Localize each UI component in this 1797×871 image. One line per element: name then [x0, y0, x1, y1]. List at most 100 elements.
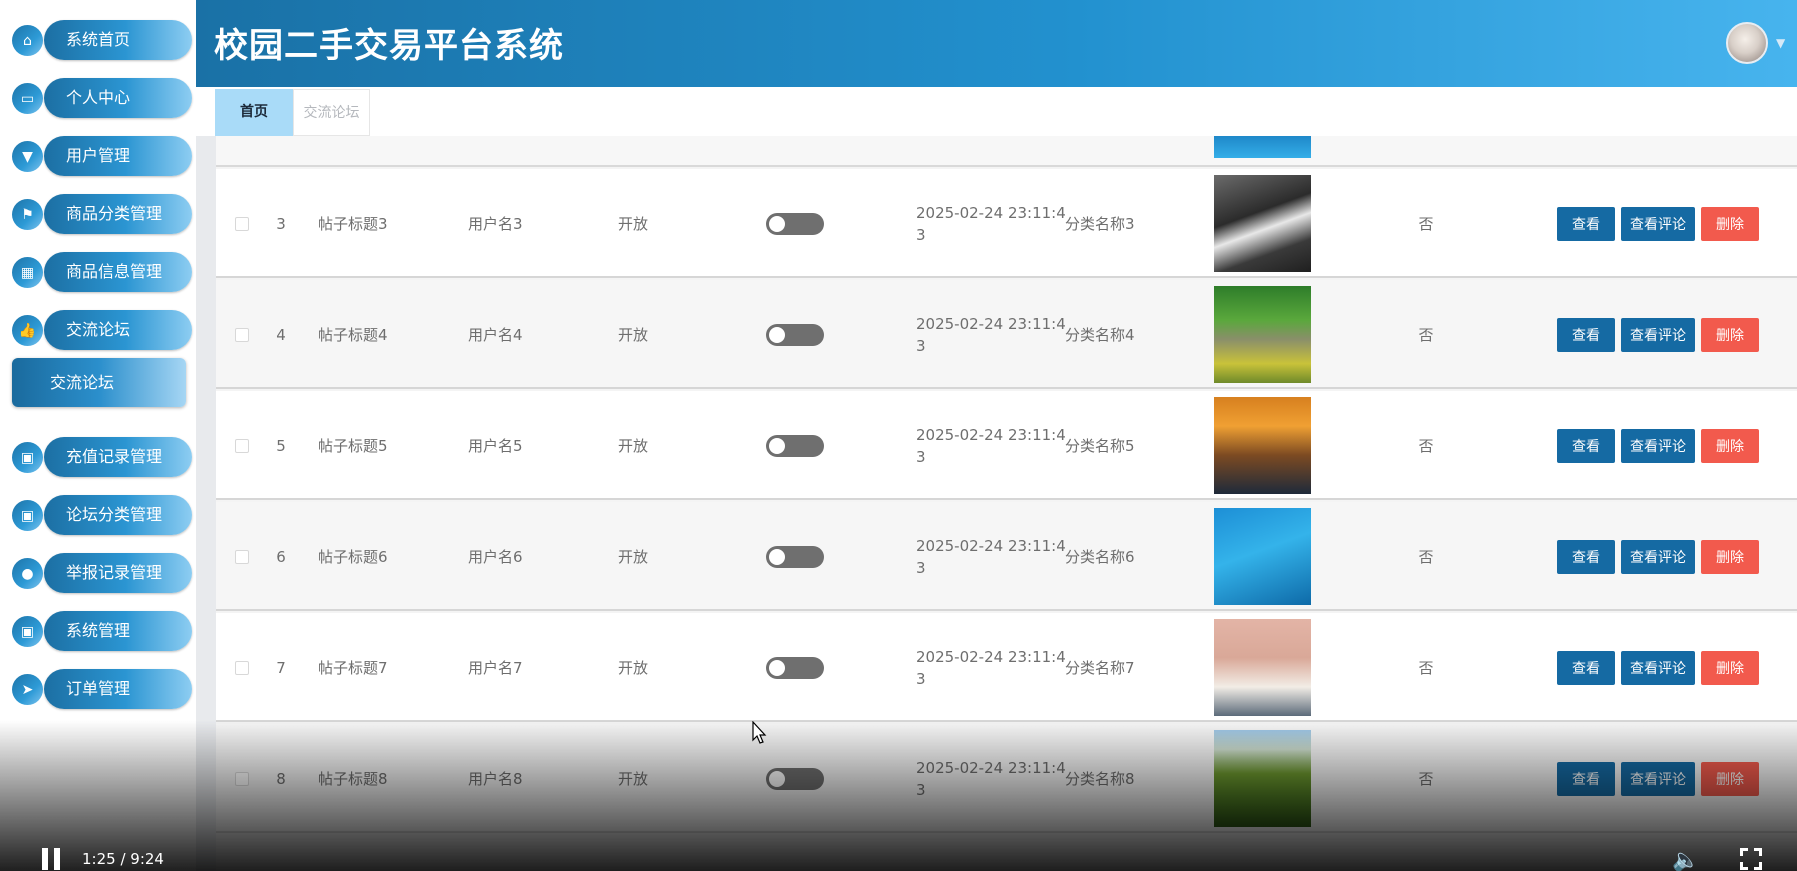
post-flag: 否	[1418, 770, 1434, 788]
view-comments-button[interactable]: 查看评论	[1621, 317, 1695, 352]
row-actions: 查看 查看评论 删除	[1557, 391, 1797, 500]
thumbnail-cell	[1214, 724, 1312, 833]
view-button[interactable]: 查看	[1557, 317, 1615, 352]
view-button[interactable]: 查看	[1557, 206, 1615, 241]
delete-button[interactable]: 删除	[1701, 428, 1759, 463]
swimmer-photo[interactable]	[1214, 508, 1311, 605]
delete-button[interactable]: 删除	[1701, 650, 1759, 685]
row-checkbox[interactable]	[235, 216, 249, 231]
row-checkbox[interactable]	[235, 438, 249, 453]
post-status: 开放	[618, 326, 649, 344]
post-username: 用户名5	[468, 437, 523, 455]
sidebar-item-label[interactable]: 举报记录管理	[44, 553, 192, 593]
partial-row	[216, 136, 1797, 167]
books-photo[interactable]	[1214, 619, 1311, 716]
view-button[interactable]: 查看	[1557, 761, 1615, 796]
pin-toggle[interactable]	[766, 545, 824, 568]
delete-button[interactable]: 删除	[1701, 761, 1759, 796]
sidebar-item[interactable]: ● 举报记录管理	[12, 553, 192, 593]
post-flag: 否	[1418, 548, 1434, 566]
post-flag: 否	[1418, 659, 1434, 677]
post-time: 2025-02-24 23:11:43	[916, 647, 1066, 688]
sidebar-item-label[interactable]: 论坛分类管理	[44, 495, 192, 535]
mouse-cursor-icon	[752, 721, 767, 744]
tab-forum[interactable]: 交流论坛	[293, 89, 370, 136]
sidebar-item-label[interactable]: 交流论坛	[44, 310, 192, 350]
pin-toggle[interactable]	[766, 323, 824, 346]
sidebar-item-icon: 👍	[12, 315, 43, 346]
row-index: 6	[276, 547, 286, 566]
toggle-knob	[769, 326, 785, 343]
sidebar-item[interactable]: ▼ 用户管理	[12, 136, 192, 176]
fitness-photo[interactable]	[1214, 175, 1311, 272]
delete-button[interactable]: 删除	[1701, 206, 1759, 241]
sidebar-item-label[interactable]: 系统首页	[44, 20, 192, 60]
sidebar-item-label[interactable]: 系统管理	[44, 611, 192, 651]
sidebar-item-label[interactable]: 用户管理	[44, 136, 192, 176]
sunset-photo[interactable]	[1214, 397, 1311, 494]
post-title: 帖子标题5	[318, 437, 388, 455]
sidebar-item[interactable]: ⚑ 商品分类管理	[12, 194, 192, 234]
table-row: 4 帖子标题4 用户名4 开放 2025-02-24 23:11:43 分类名称4 否 查看查…	[216, 280, 1797, 389]
row-index: 5	[276, 436, 286, 455]
view-comments-button[interactable]: 查看评论	[1621, 761, 1695, 796]
post-username: 用户名4	[468, 326, 523, 344]
sidebar-item-icon: ⌂	[12, 25, 43, 56]
delete-button[interactable]: 删除	[1701, 539, 1759, 574]
view-button[interactable]: 查看	[1557, 539, 1615, 574]
sidebar-item[interactable]: ▣ 充值记录管理	[12, 437, 192, 477]
sidebar-item-icon: ➤	[12, 674, 43, 705]
sidebar-item-icon: ⚑	[12, 199, 43, 230]
sidebar-item[interactable]: ⌂ 系统首页	[12, 20, 192, 60]
table-row: 8 帖子标题8 用户名8 开放 2025-02-24 23:11:43 分类名称8 否 查看查…	[216, 724, 1797, 833]
sidebar-item-label[interactable]: 订单管理	[44, 669, 192, 709]
toggle-knob	[769, 659, 785, 676]
row-checkbox-cell	[222, 391, 262, 500]
row-checkbox[interactable]	[235, 771, 249, 786]
sidebar-item-label[interactable]: 商品信息管理	[44, 252, 192, 292]
caret-down-icon[interactable]: ▼	[1776, 36, 1785, 50]
sidebar-item-icon: ▣	[12, 442, 43, 473]
stone-bridge-photo[interactable]	[1214, 286, 1311, 383]
post-status: 开放	[618, 215, 649, 233]
pin-toggle[interactable]	[766, 656, 824, 679]
post-title: 帖子标题7	[318, 659, 388, 677]
pin-toggle-cell	[766, 391, 846, 500]
row-checkbox[interactable]	[235, 660, 249, 675]
view-button[interactable]: 查看	[1557, 428, 1615, 463]
sidebar-item-label[interactable]: 个人中心	[44, 78, 192, 118]
tab-home[interactable]: 首页	[215, 89, 293, 136]
view-comments-button[interactable]: 查看评论	[1621, 650, 1695, 685]
sidebar-item[interactable]: 👍 交流论坛	[12, 310, 192, 350]
fullscreen-icon[interactable]	[1740, 848, 1762, 870]
view-comments-button[interactable]: 查看评论	[1621, 428, 1695, 463]
post-status: 开放	[618, 770, 649, 788]
row-checkbox-cell	[222, 502, 262, 611]
pin-toggle[interactable]	[766, 212, 824, 235]
row-checkbox[interactable]	[235, 549, 249, 564]
pin-toggle[interactable]	[766, 434, 824, 457]
view-button[interactable]: 查看	[1557, 650, 1615, 685]
hills-photo[interactable]	[1214, 730, 1311, 827]
sidebar-item[interactable]: ▦ 商品信息管理	[12, 252, 192, 292]
view-comments-button[interactable]: 查看评论	[1621, 539, 1695, 574]
post-username: 用户名6	[468, 548, 523, 566]
view-comments-button[interactable]: 查看评论	[1621, 206, 1695, 241]
sidebar-item-label[interactable]: 商品分类管理	[44, 194, 192, 234]
sidebar-item[interactable]: ▣ 系统管理	[12, 611, 192, 651]
sidebar-item-label[interactable]: 充值记录管理	[44, 437, 192, 477]
sidebar-item[interactable]: ➤ 订单管理	[12, 669, 192, 709]
row-index: 3	[276, 214, 286, 233]
sidebar-item[interactable]: ▣ 论坛分类管理	[12, 495, 192, 535]
sidebar-submenu-forum[interactable]: 交流论坛	[12, 358, 186, 407]
pin-toggle[interactable]	[766, 767, 824, 790]
row-actions: 查看 查看评论 删除	[1557, 724, 1797, 833]
user-avatar[interactable]	[1726, 22, 1768, 64]
post-title: 帖子标题3	[318, 215, 388, 233]
volume-icon[interactable]: 🔈	[1672, 848, 1699, 871]
sidebar-item[interactable]: ▭ 个人中心	[12, 78, 192, 118]
pause-icon[interactable]	[40, 848, 62, 870]
row-checkbox[interactable]	[235, 327, 249, 342]
delete-button[interactable]: 删除	[1701, 317, 1759, 352]
post-username: 用户名7	[468, 659, 523, 677]
